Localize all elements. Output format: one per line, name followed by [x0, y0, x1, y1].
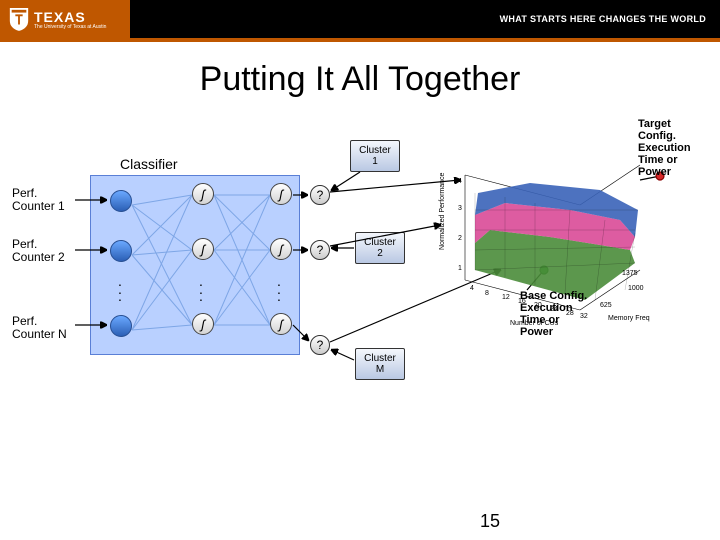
slide-title: Putting It All Together — [0, 60, 720, 99]
logo-text: TEXAS — [34, 9, 106, 25]
target-config-label: Target Config. Execution Time or Power — [638, 118, 710, 178]
tagline: WHAT STARTS HERE CHANGES THE WORLD — [500, 14, 706, 24]
ytick-2: 2 — [458, 235, 462, 242]
ytick-3: 3 — [458, 205, 462, 212]
header-bar: TEXAS The University of Texas at Austin … — [0, 0, 720, 38]
logo-subtext: The University of Texas at Austin — [34, 24, 106, 30]
accent-bar — [0, 38, 720, 42]
xtick-0: 4 — [470, 285, 474, 292]
ut-logo: TEXAS The University of Texas at Austin — [0, 0, 130, 38]
ytick-4: 4 — [458, 178, 462, 185]
ztick-0: 1375 — [622, 270, 638, 277]
base-config-label: Base Config. Execution Time or Power — [520, 290, 640, 338]
surface-ylabel: Normalized Performance — [439, 172, 446, 250]
xtick-1: 8 — [485, 290, 489, 297]
shield-icon — [8, 6, 30, 32]
page-number: 15 — [480, 511, 500, 532]
diagram-stage: Perf. Counter 1 Perf. Counter 2 Perf. Co… — [0, 130, 720, 490]
xtick-2: 12 — [502, 294, 510, 301]
ytick-1: 1 — [458, 265, 462, 272]
